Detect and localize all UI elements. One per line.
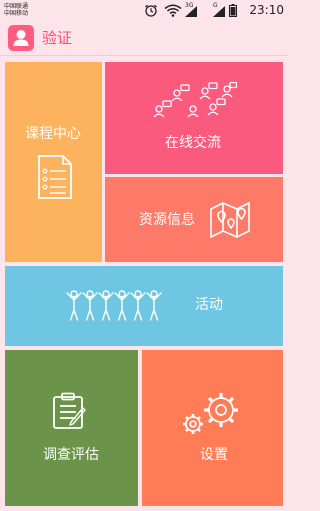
tile-settings-label: 设置	[200, 447, 228, 463]
user-chat-icon	[153, 82, 237, 118]
signal-2-icon	[213, 6, 225, 17]
status-time: 23:10	[249, 3, 284, 17]
tile-resource-info-label: 资源信息	[139, 212, 195, 228]
tile-survey-label: 调查评估	[43, 447, 99, 463]
status-bar: 中国联通 中国移动 3G G 23:10	[0, 0, 288, 20]
tile-activity[interactable]: 活动	[5, 266, 283, 346]
signal-1-icon	[185, 6, 197, 17]
carrier-2: 中国移动	[4, 10, 29, 17]
people-group-icon	[66, 290, 162, 321]
alarm-icon	[145, 4, 157, 17]
tile-activity-label: 活动	[195, 297, 223, 313]
battery-icon	[229, 4, 237, 17]
tile-online-chat[interactable]: 在线交流	[105, 62, 283, 174]
title-bar: 验证	[0, 20, 288, 56]
gears-icon	[183, 393, 238, 434]
carrier-1: 中国联通	[4, 3, 29, 10]
map-pins-icon	[210, 202, 250, 238]
tile-resource-info[interactable]: 资源信息	[105, 177, 283, 262]
document-list-icon	[38, 155, 72, 199]
page-title: 验证	[42, 29, 73, 47]
tile-course-center-label: 课程中心	[25, 126, 81, 142]
tile-online-chat-label: 在线交流	[165, 135, 221, 151]
tile-course-center[interactable]: 课程中心	[5, 62, 102, 262]
tile-survey[interactable]: 调查评估	[5, 350, 138, 506]
tile-settings[interactable]: 设置	[142, 350, 283, 506]
user-icon[interactable]	[8, 25, 34, 51]
clipboard-icon	[53, 392, 86, 429]
app-screen: 中国联通 中国移动 3G G 23:10 验证 课程中心 在线交流 资源信息 活…	[0, 0, 288, 511]
wifi-icon	[164, 4, 182, 17]
